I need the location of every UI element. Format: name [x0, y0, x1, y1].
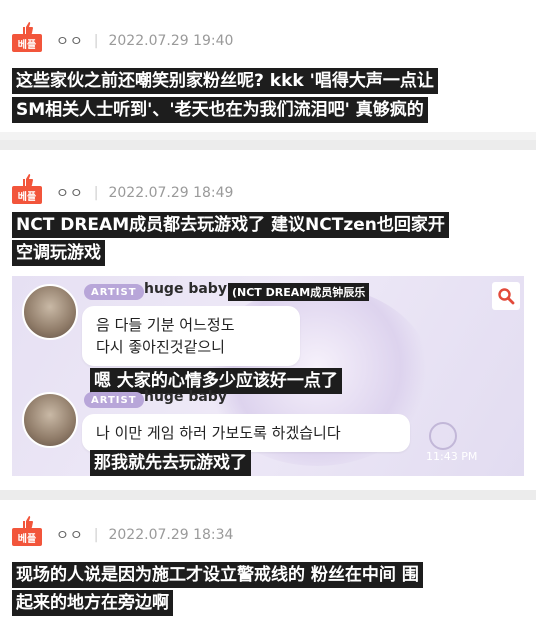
message-line: 다시 좋아진것같으니 — [96, 338, 225, 356]
message-line: 음 다들 기분 어느정도 — [96, 316, 235, 334]
comment-date: 2022.07.29 18:34 — [108, 527, 234, 543]
artist-tag: ARTIST — [84, 284, 144, 300]
chat-bubble: 음 다들 기분 어느정도 다시 좋아진것같으니 — [82, 306, 300, 366]
thumbs-up-icon — [23, 174, 33, 186]
best-badge-label: 베플 — [12, 528, 42, 546]
member-caption: (NCT DREAM成员钟辰乐 — [228, 283, 370, 301]
subtitle-line: 那我就先去玩游戏了 — [90, 450, 251, 476]
avatar — [22, 392, 78, 448]
meta-separator: | — [93, 527, 99, 543]
comment-author: ㅇㅇ — [56, 34, 84, 50]
comment-author: ㅇㅇ — [56, 186, 84, 202]
subtitle-line: NCT DREAM成员都去玩游戏了 建议NCTzen也回家开 — [12, 212, 449, 238]
comment-date: 2022.07.29 19:40 — [108, 33, 234, 49]
best-badge: 베플 — [12, 174, 42, 206]
comment-meta: 베플 ㅇㅇ | 2022.07.29 19:40 — [12, 22, 234, 54]
best-badge: 베플 — [12, 516, 42, 548]
subtitle-line: 现场的人说是因为施工才设立警戒线的 粉丝在中间 围 — [12, 562, 423, 588]
subtitle-line: 空调玩游戏 — [12, 240, 105, 266]
best-badge-label: 베플 — [12, 186, 42, 204]
comment-date: 2022.07.29 18:49 — [108, 185, 234, 201]
message-time: 11:43 PM — [426, 450, 478, 463]
comment-meta: 베플 ㅇㅇ | 2022.07.29 18:34 — [12, 516, 234, 548]
meta-separator: | — [93, 185, 99, 201]
avatar — [22, 284, 78, 340]
emoji-icon[interactable] — [429, 422, 457, 450]
thumbs-up-icon — [23, 516, 33, 528]
subtitle-line: 这些家伙之前还嘲笑别家粉丝呢? kkk '唱得大声一点让 — [12, 68, 438, 94]
divider — [0, 140, 536, 150]
best-badge-label: 베플 — [12, 34, 42, 52]
chat-bubble: 나 이만 게임 하러 가보도록 하겠습니다 — [82, 414, 410, 452]
username: huge baby — [144, 281, 227, 297]
search-button[interactable] — [492, 282, 520, 310]
message-line: 나 이만 게임 하러 가보도록 하겠습니다 — [96, 424, 341, 442]
divider — [0, 490, 536, 500]
subtitle-line: SM相关人士听到'、'老天也在为我们流泪吧' 真够疯的 — [12, 97, 428, 123]
comment-author: ㅇㅇ — [56, 528, 84, 544]
username: huge baby — [144, 389, 227, 405]
meta-separator: | — [93, 33, 99, 49]
subtitle-line: 起来的地方在旁边啊 — [12, 590, 173, 616]
chat-screenshot[interactable]: ARTIST huge baby (NCT DREAM成员钟辰乐 음 다들 기분… — [12, 276, 524, 476]
best-badge: 베플 — [12, 22, 42, 54]
artist-tag: ARTIST — [84, 392, 144, 408]
search-icon — [498, 288, 515, 305]
thumbs-up-icon — [23, 22, 33, 34]
comment-meta: 베플 ㅇㅇ | 2022.07.29 18:49 — [12, 174, 234, 206]
